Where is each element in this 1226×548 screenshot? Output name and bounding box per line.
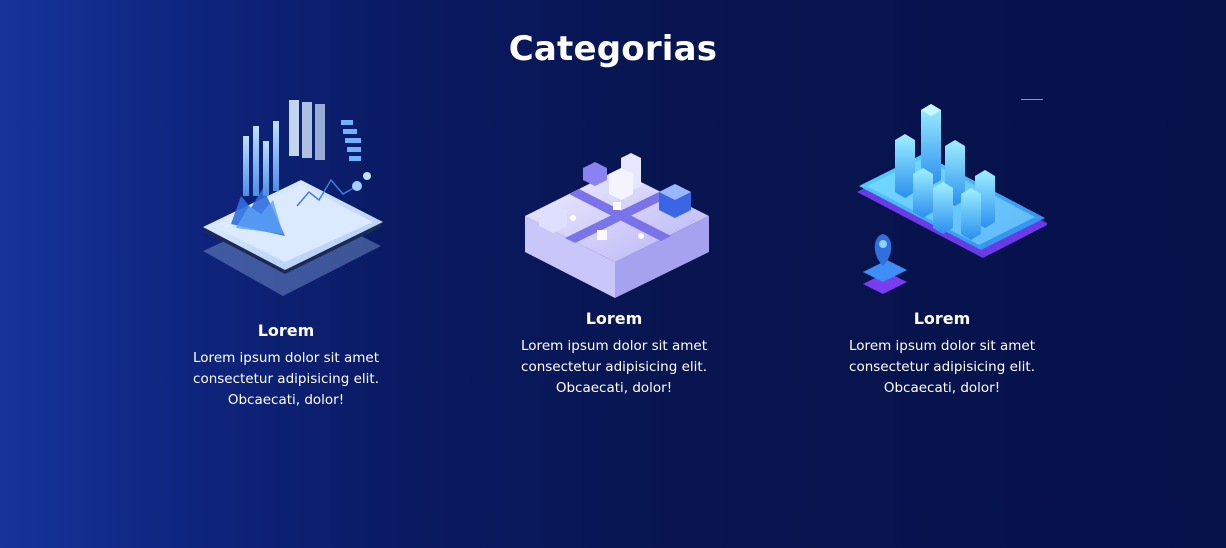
card-description: Lorem ipsum dolor sit amet consectetur a…	[521, 338, 707, 396]
card-description: Lorem ipsum dolor sit amet consectetur a…	[193, 350, 379, 408]
card-title: Lorem	[257, 321, 315, 340]
isometric-city-block-icon	[494, 140, 734, 300]
smartphone-city-map-pin-icon	[822, 96, 1062, 306]
card-description: Lorem ipsum dolor sit amet consectetur a…	[849, 338, 1035, 396]
card-title: Lorem	[585, 309, 643, 328]
card-title: Lorem	[913, 309, 971, 328]
category-card[interactable]: Lorem Lorem ipsum dolor sit amet consect…	[822, 0, 1062, 420]
category-card[interactable]: Lorem Lorem ipsum dolor sit amet consect…	[494, 0, 734, 420]
analytics-tablet-icon	[166, 96, 406, 306]
category-card[interactable]: Lorem Lorem ipsum dolor sit amet consect…	[166, 0, 406, 420]
